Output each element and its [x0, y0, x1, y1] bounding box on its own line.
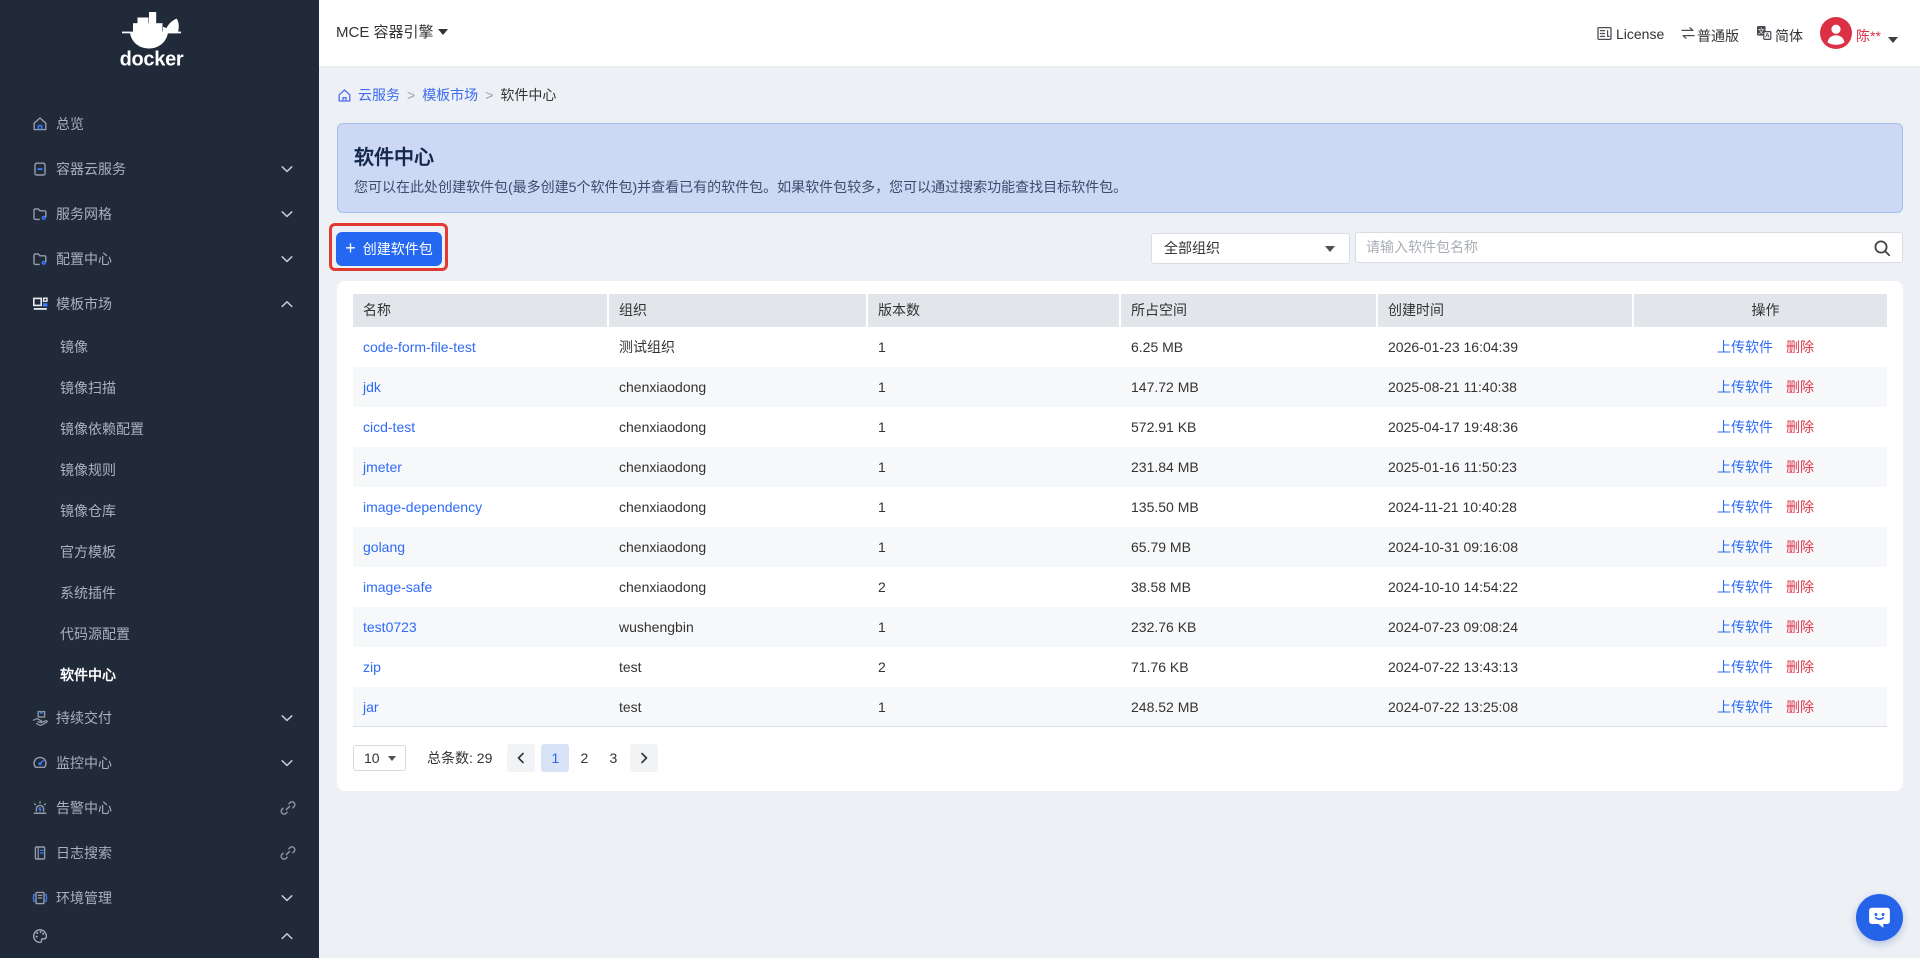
svg-text:A: A	[1765, 33, 1770, 40]
svg-text:docker: docker	[120, 49, 184, 69]
